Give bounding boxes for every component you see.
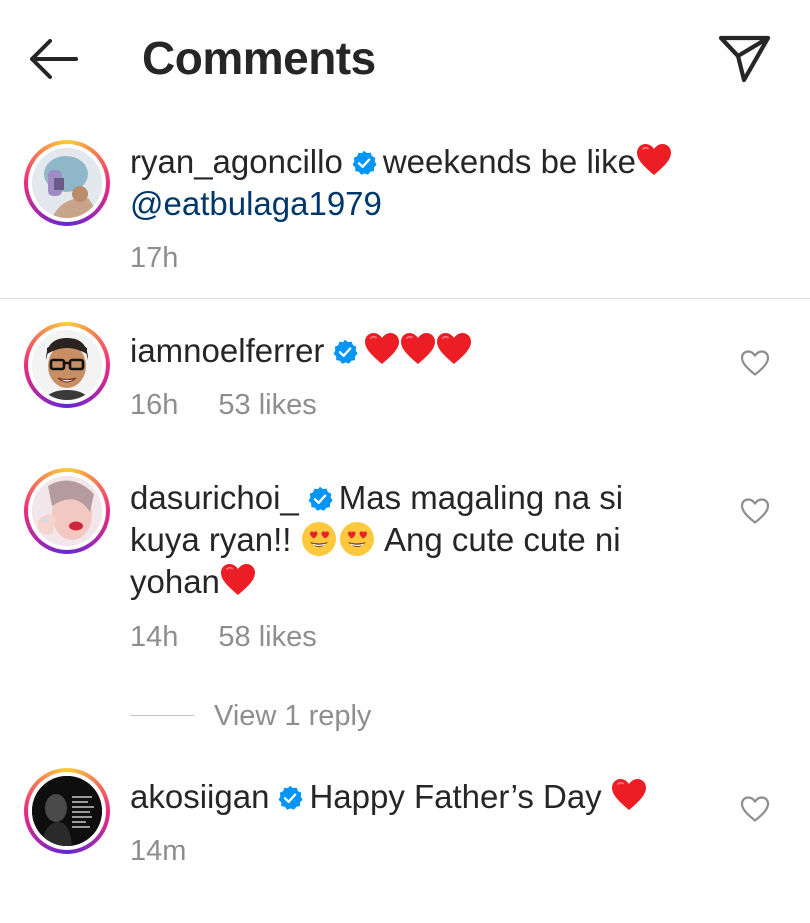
verified-badge-icon bbox=[351, 150, 377, 176]
comment-likes[interactable]: 58 likes bbox=[218, 621, 316, 653]
avatar-image bbox=[32, 330, 102, 400]
red-heart-emoji bbox=[436, 332, 472, 366]
comment-body: yohan bbox=[130, 563, 220, 600]
red-heart-emoji bbox=[364, 332, 400, 366]
comment-text: akosiigan Happy Father’s Day bbox=[130, 776, 730, 818]
page-title: Comments bbox=[142, 32, 376, 84]
comment-body: Ang cute cute ni bbox=[383, 521, 621, 558]
comment-body: Mas magaling na si bbox=[338, 479, 624, 516]
comment-time: 17h bbox=[130, 242, 179, 274]
comment-username[interactable]: ryan_agoncillo bbox=[130, 143, 343, 180]
comment-meta: 14h 58 likes bbox=[130, 619, 357, 655]
heart-eyes-face-emoji bbox=[339, 521, 375, 557]
avatar[interactable] bbox=[24, 140, 110, 226]
view-replies-label: View 1 reply bbox=[214, 700, 372, 732]
comment-text: dasurichoi_ Mas magaling na si kuya ryan!… bbox=[130, 477, 730, 603]
verified-badge-icon bbox=[277, 785, 303, 811]
back-button[interactable] bbox=[28, 36, 82, 82]
avatar[interactable] bbox=[24, 768, 110, 854]
comment-meta: 17h bbox=[130, 240, 218, 276]
like-heart-icon[interactable] bbox=[740, 795, 770, 823]
avatar-image bbox=[32, 148, 102, 218]
like-heart-icon[interactable] bbox=[740, 349, 770, 377]
comment-username[interactable]: akosiigan bbox=[130, 778, 269, 815]
share-button[interactable] bbox=[716, 34, 772, 84]
comment-time: 14h bbox=[130, 621, 179, 653]
avatar-image bbox=[32, 476, 102, 546]
header-bar: Comments bbox=[0, 0, 810, 118]
comment-body: kuya ryan!! bbox=[130, 521, 292, 558]
verified-badge-icon bbox=[307, 486, 333, 512]
comment-username[interactable]: dasurichoi_ bbox=[130, 479, 299, 516]
arrow-left-icon bbox=[30, 39, 78, 79]
red-heart-emoji bbox=[611, 778, 647, 812]
heart-eyes-face-emoji bbox=[301, 521, 337, 557]
comment-time: 16h bbox=[130, 389, 179, 421]
caption-text: ryan_agoncillo weekends be like @eatbulag… bbox=[130, 141, 730, 225]
like-heart-icon[interactable] bbox=[740, 497, 770, 525]
avatar[interactable] bbox=[24, 322, 110, 408]
verified-badge-icon bbox=[332, 339, 358, 365]
mention-link[interactable]: @eatbulaga1979 bbox=[130, 185, 382, 222]
divider bbox=[0, 298, 810, 299]
paper-plane-icon bbox=[718, 35, 771, 83]
red-heart-emoji bbox=[400, 332, 436, 366]
comment-likes[interactable]: 53 likes bbox=[218, 389, 316, 421]
avatar-image bbox=[32, 776, 102, 846]
comment-body: weekends be like bbox=[382, 143, 636, 180]
comment-username[interactable]: iamnoelferrer bbox=[130, 332, 324, 369]
comment-time: 14m bbox=[130, 835, 187, 867]
comment-text: iamnoelferrer bbox=[130, 330, 730, 372]
red-heart-emoji bbox=[636, 143, 672, 177]
comment-meta: 16h 53 likes bbox=[130, 387, 357, 423]
avatar[interactable] bbox=[24, 468, 110, 554]
red-heart-emoji bbox=[220, 563, 256, 597]
comment-body: Happy Father’s Day bbox=[309, 778, 602, 815]
replies-divider-line bbox=[130, 715, 194, 716]
comment-meta: 14m bbox=[130, 833, 226, 869]
